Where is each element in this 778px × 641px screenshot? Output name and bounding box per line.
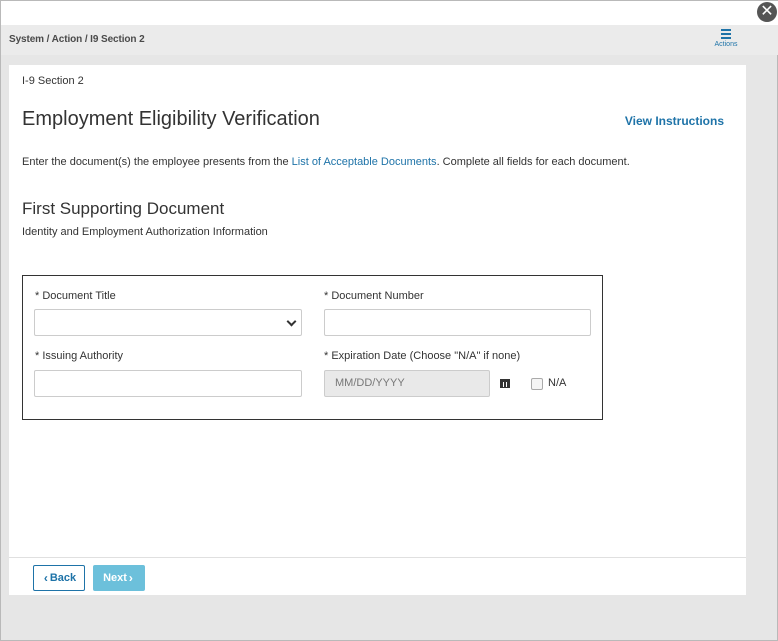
document-number-label: * Document Number: [324, 290, 424, 302]
instruction-post: . Complete all fields for each document.: [436, 156, 630, 168]
section-label: I-9 Section 2: [22, 75, 84, 87]
issuing-authority-input[interactable]: [34, 370, 302, 397]
expiration-date-label: * Expiration Date (Choose "N/A" if none): [324, 350, 521, 362]
document-number-input[interactable]: [324, 309, 591, 336]
view-instructions-link[interactable]: View Instructions: [625, 114, 724, 128]
expiration-date-placeholder: MM/DD/YYYY: [335, 377, 405, 389]
chevron-down-icon: [286, 316, 297, 327]
hamburger-icon: [721, 29, 731, 39]
back-button[interactable]: ‹ Back: [33, 565, 85, 591]
top-strip: ✕: [1, 1, 778, 25]
na-label: N/A: [548, 377, 567, 389]
breadcrumb: System / Action / I9 Section 2: [9, 34, 145, 45]
chevron-left-icon: ‹: [43, 571, 48, 585]
close-icon[interactable]: ✕: [757, 2, 777, 22]
document-section-title: First Supporting Document: [22, 199, 225, 218]
instruction-text: Enter the document(s) the employee prese…: [22, 156, 630, 168]
acceptable-documents-link[interactable]: List of Acceptable Documents: [292, 156, 437, 168]
actions-label: Actions: [714, 41, 738, 48]
header-bar: System / Action / I9 Section 2 Actions: [1, 25, 778, 55]
na-checkbox[interactable]: [531, 378, 543, 390]
window-frame: ✕ System / Action / I9 Section 2 Actions…: [0, 0, 778, 641]
supporting-document-box: * Document Title * Document Number * Iss…: [22, 275, 603, 420]
issuing-authority-label: * Issuing Authority: [35, 350, 124, 362]
document-section-description: Identity and Employment Authorization In…: [22, 226, 268, 238]
page-title: Employment Eligibility Verification: [22, 108, 320, 130]
main-panel: I-9 Section 2 Employment Eligibility Ver…: [9, 65, 746, 595]
calendar-icon[interactable]: [500, 378, 510, 388]
footer-bar: ‹ Back Next ›: [9, 557, 746, 595]
next-label: Next: [103, 572, 127, 584]
document-title-label: * Document Title: [35, 290, 116, 302]
document-title-select[interactable]: [34, 309, 302, 336]
actions-menu-button[interactable]: Actions: [711, 29, 741, 48]
next-button[interactable]: Next ›: [93, 565, 145, 591]
back-label: Back: [49, 572, 77, 584]
expiration-date-input[interactable]: MM/DD/YYYY: [324, 370, 490, 397]
chevron-right-icon: ›: [128, 571, 133, 585]
instruction-pre: Enter the document(s) the employee prese…: [22, 156, 292, 168]
